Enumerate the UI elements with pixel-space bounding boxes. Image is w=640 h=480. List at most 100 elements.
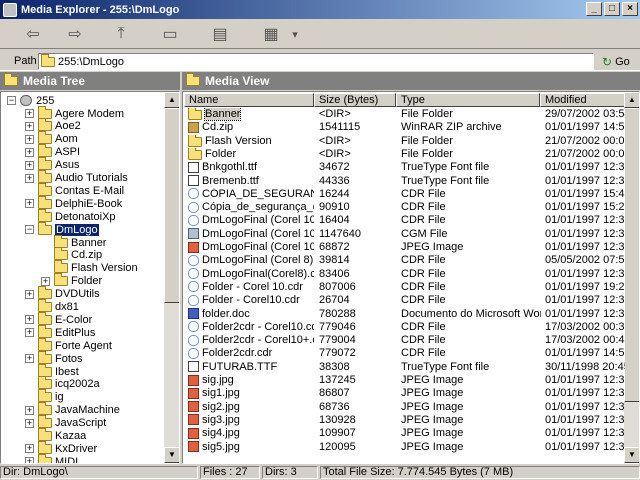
file-row[interactable]: sig2.jpg 68736 JPEG Image 01/01/1997 12:37	[184, 401, 625, 414]
file-row[interactable]: sig5.jpg 120095 JPEG Image 01/01/1997 12:37	[184, 441, 625, 454]
properties-button[interactable]: ▤	[207, 23, 233, 45]
expand-icon[interactable]: +	[25, 199, 34, 209]
tree-item[interactable]: + EditPlus	[25, 324, 95, 339]
file-row[interactable]: sig3.jpg 130928 JPEG Image 01/01/1997 12:37	[184, 414, 625, 427]
maximize-button[interactable]: □	[604, 2, 620, 16]
expand-icon[interactable]: +	[25, 457, 34, 463]
tree-item[interactable]: + E-Color	[25, 311, 92, 326]
close-button[interactable]: ×	[622, 2, 638, 16]
collapse-icon[interactable]: −	[7, 96, 16, 105]
tree-item[interactable]: icq2002a	[25, 376, 100, 391]
file-row[interactable]: DmLogoFinal (Corel 10).cdr 16404 CDR File 0…	[184, 214, 625, 227]
column-header-size[interactable]: Size (Bytes)	[314, 93, 396, 107]
expand-icon[interactable]: +	[25, 134, 34, 144]
tree-item[interactable]: + ASPI	[25, 144, 80, 159]
scroll-down-icon[interactable]: ▼	[624, 447, 639, 463]
expand-icon[interactable]: +	[41, 276, 50, 286]
up-folder-button[interactable]: ⤒	[108, 23, 134, 45]
minimize-button[interactable]: _	[586, 2, 602, 16]
tree-item[interactable]: + Fotos	[25, 350, 83, 365]
tree-item[interactable]: Kazaa	[25, 428, 86, 443]
ttf-file-icon	[188, 175, 199, 187]
scroll-thumb[interactable]	[164, 108, 179, 303]
cell-type: File Folder	[401, 147, 453, 160]
tree-item[interactable]: + Asus	[25, 157, 79, 172]
cell-modified: 01/01/1997 12:37	[545, 374, 625, 386]
view-dropdown-button[interactable]: ▾	[288, 23, 302, 45]
back-button[interactable]: ⇦	[20, 23, 46, 45]
expand-icon[interactable]: +	[25, 418, 34, 428]
forward-button[interactable]: ⇨	[62, 23, 88, 45]
expand-icon[interactable]: +	[25, 405, 34, 415]
tree-item[interactable]: Cd.zip	[41, 247, 102, 262]
list-scrollbar[interactable]: ▲ ▼	[624, 92, 639, 463]
file-row[interactable]: Folder <DIR> File Folder 21/07/2002 00:07	[184, 147, 625, 161]
path-input[interactable]: 255:\DmLogo	[38, 53, 594, 70]
file-row[interactable]: Folder2cdr.cdr 779072 CDR File 01/01/1997 1…	[184, 347, 625, 360]
file-row[interactable]: sig.jpg 137245 JPEG Image 01/01/1997 12:37	[184, 374, 625, 387]
tree-item-label: Aoe2	[55, 120, 81, 133]
column-header-name[interactable]: Name	[184, 93, 314, 107]
tree-item[interactable]: + Folder	[41, 273, 103, 288]
tree-item[interactable]: Banner	[41, 234, 106, 249]
tree-item[interactable]: + DVDUtils	[25, 286, 100, 301]
tree-item[interactable]: + KxDriver	[25, 440, 97, 455]
file-row[interactable]: Folder2cdr - Corel10.cdr 779046 CDR File 17…	[184, 321, 625, 334]
file-row[interactable]: sig4.jpg 109907 JPEG Image 01/01/1997 12:37	[184, 427, 625, 440]
file-row[interactable]: Banner <DIR> File Folder 29/07/2002 03:54	[184, 108, 625, 121]
file-row[interactable]: Folder - Corel10.cdr 26704 CDR File 01/01/1…	[184, 294, 625, 307]
file-row[interactable]: Cd.zip 1541115 WinRAR ZIP archive 01/01/199…	[184, 121, 625, 134]
file-row[interactable]: DmLogoFinal (Corel 10).jpg 68872 JPEG Imag…	[184, 241, 625, 254]
cell-name: sig2.jpg	[188, 401, 314, 414]
tree-scrollbar[interactable]: ▲ ▼	[164, 92, 179, 463]
expand-icon[interactable]: +	[25, 109, 34, 118]
scroll-up-icon[interactable]: ▲	[164, 92, 179, 108]
tree-item-label: dx81	[55, 301, 79, 313]
go-button[interactable]: ↻ Go	[602, 55, 630, 69]
file-row[interactable]: Folder - Corel 10.cdr 807006 CDR File 01/01…	[184, 281, 625, 294]
file-row[interactable]: Bremenb.ttf 44336 TrueType Font file 01/01/…	[184, 175, 625, 188]
file-row[interactable]: DmLogoFinal(Corel8).cdr 83406 CDR File 01/0…	[184, 268, 625, 281]
cell-name: Bremenb.ttf	[188, 175, 314, 188]
scroll-thumb[interactable]	[624, 108, 639, 402]
expand-icon[interactable]: +	[25, 289, 34, 299]
file-row[interactable]: folder.doc 780288 Documento do Microsoft W…	[184, 308, 625, 321]
collapse-icon[interactable]: −	[25, 225, 34, 235]
column-header-type[interactable]: Type	[396, 93, 540, 107]
expand-icon[interactable]: +	[25, 160, 34, 170]
expand-icon[interactable]: +	[25, 328, 34, 338]
expand-icon[interactable]: +	[25, 354, 34, 364]
expand-icon[interactable]: +	[25, 121, 34, 131]
view-button[interactable]: ▦	[258, 23, 284, 45]
tree-item[interactable]: + Aom	[25, 131, 78, 146]
cell-modified: 01/01/1997 12:37	[545, 214, 625, 227]
file-row[interactable]: DmLogoFinal (Corel 10).cgm 1147640 CGM Fil…	[184, 228, 625, 241]
cell-type: JPEG Image	[401, 413, 464, 426]
cell-modified: 01/01/1997 12:37	[545, 440, 625, 453]
file-row[interactable]: CÓPIA_DE_SEGURANÇA... 16244 CDR File 01/01/…	[184, 188, 625, 201]
tree-root[interactable]: − 255	[7, 94, 54, 107]
file-row[interactable]: FUTURAB.TTF 38308 TrueType Font file 30/11/…	[184, 361, 625, 374]
expand-icon[interactable]: +	[25, 173, 34, 183]
file-row[interactable]: Folder2cdr - Corel10+.cdr 779004 CDR File 1…	[184, 334, 625, 347]
cell-size: 68872	[319, 241, 350, 253]
file-row[interactable]: Cópia_de_segurança_de_... 90910 CDR File 01…	[184, 201, 625, 214]
scroll-down-icon[interactable]: ▼	[164, 447, 179, 463]
expand-icon[interactable]: +	[25, 444, 34, 454]
column-header-modified[interactable]: Modified	[540, 93, 626, 107]
folders-button[interactable]: ▭	[157, 23, 183, 45]
tree-item[interactable]: Ibest	[25, 363, 79, 378]
scroll-up-icon[interactable]: ▲	[624, 92, 639, 108]
file-row[interactable]: Bnkgothl.ttf 34672 TrueType Font file 01/01…	[184, 161, 625, 174]
file-row[interactable]: DmLogoFinal (Corel 8).cdr 39814 CDR File 05…	[184, 254, 625, 267]
file-row[interactable]: sig1.jpg 86807 JPEG Image 01/01/1997 12:37	[184, 387, 625, 400]
file-row[interactable]: Flash Version <DIR> File Folder 21/07/2002 …	[184, 134, 625, 148]
tree-item-label: Folder	[71, 275, 103, 288]
tree-item[interactable]: + Aoe2	[25, 118, 81, 133]
expand-icon[interactable]: +	[25, 315, 34, 325]
tree-item[interactable]: dx81	[25, 299, 79, 314]
cdr-file-icon	[188, 254, 199, 266]
expand-icon[interactable]: +	[25, 147, 34, 157]
folder-icon	[38, 440, 52, 454]
tree-item[interactable]: + MIDI	[25, 453, 78, 463]
